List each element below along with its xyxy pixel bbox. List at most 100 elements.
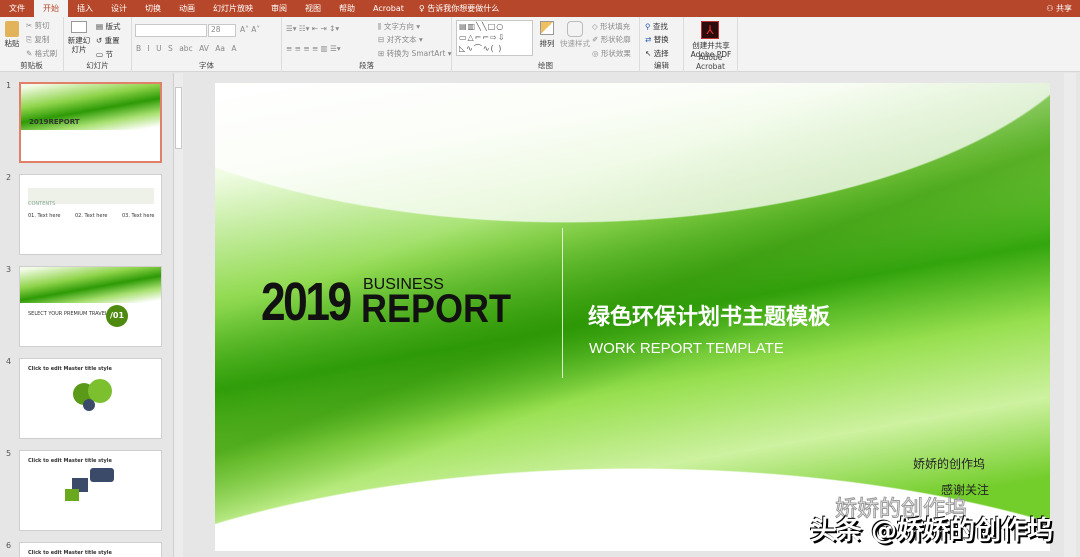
chinese-title[interactable]: 绿色环保计划书主题模板 (588, 299, 830, 331)
shape-effects-button[interactable]: ◎ 形状效果 (592, 48, 631, 59)
shapes-gallery[interactable]: ▤▥╲╲□○ ▭△⌐⌐⇨⇩ ◺∿⌒∿( ) (456, 20, 533, 56)
slide-number: 6 (6, 541, 12, 550)
title-year[interactable]: 2019 (261, 271, 352, 333)
slide-thumbnail-panel: 1 2019REPORT 2 CONTENTS 01. Text here 02… (0, 73, 185, 557)
replace-icon: ⇄ (645, 35, 652, 44)
align-text-button[interactable]: ⊟ 对齐文本 ▾ (378, 34, 423, 45)
group-acrobat: ⅄ 创建并共享 Adobe PDF Adobe Acrobat (684, 17, 738, 72)
quick-styles-button[interactable]: 快速样式 (560, 21, 590, 48)
copy-button[interactable]: ⎘ 复制 (26, 34, 49, 45)
title-report[interactable]: REPORT (361, 287, 511, 332)
shape-outline-button[interactable]: ✐ 形状轮廓 (592, 34, 631, 45)
cut-button[interactable]: ✂ 剪切 (26, 20, 50, 31)
font-name-input[interactable] (135, 24, 207, 37)
slide-thumbnail-2[interactable]: CONTENTS 01. Text here 02. Text here 03.… (19, 174, 162, 255)
group-paragraph: ☰▾ ☷▾ ⇤ ⇥ ↕▾ ≡ ≡ ≡ ≡ ▥ ☰▾ ⫼ 文字方向 ▾ ⊟ 对齐文… (282, 17, 452, 72)
replace-button[interactable]: ⇄ 替换 (645, 34, 669, 45)
spacing-button[interactable]: AV (199, 44, 209, 53)
tab-view[interactable]: 视图 (296, 0, 330, 17)
slide-thumbnail-3[interactable]: SELECT YOUR PREMIUM TRAVEL /01 (19, 266, 162, 347)
group-label: 段落 (359, 61, 374, 70)
slide-thumbnail-1[interactable]: 2019REPORT (19, 82, 162, 163)
grow-font-icon[interactable]: A˄ A˅ (240, 25, 260, 34)
divider-line (562, 228, 563, 378)
select-button[interactable]: ↖ 选择 (645, 48, 669, 59)
lightbulb-icon: ♀ (418, 4, 428, 13)
author-text[interactable]: 娇娇的创作坞 (913, 455, 985, 472)
group-label: 幻灯片 (86, 61, 109, 70)
thumbnail-background (20, 267, 161, 303)
align-buttons[interactable]: ≡ ≡ ≡ ≡ ▥ ☰▾ (286, 44, 341, 53)
tab-design[interactable]: 设计 (102, 0, 136, 17)
strikethrough-button[interactable]: abc (179, 44, 192, 53)
format-painter-button[interactable]: ✎ 格式刷 (26, 48, 57, 59)
ribbon: 粘贴 ✂ 剪切 ⎘ 复制 ✎ 格式刷 剪贴板 新建幻灯片 ▤ 版式 ↺ 重置 ▭… (0, 17, 1080, 72)
group-label: 字体 (199, 61, 214, 70)
reset-button[interactable]: ↺ 重置 (96, 35, 120, 46)
font-color-button[interactable]: A (231, 44, 236, 53)
paste-button[interactable]: 粘贴 (3, 21, 21, 48)
new-slide-icon (71, 21, 87, 33)
circle-graphic (83, 399, 95, 411)
scrollbar-thumb[interactable] (175, 87, 182, 149)
shadow-button[interactable]: S (168, 44, 173, 53)
underline-button[interactable]: U (156, 44, 162, 53)
layout-button[interactable]: ▤ 版式 (96, 21, 120, 32)
new-slide-button[interactable]: 新建幻灯片 (66, 21, 92, 54)
slide-number: 1 (6, 81, 12, 90)
share-button[interactable]: ⚇ 共享 (1046, 0, 1072, 17)
group-label: 剪贴板 (20, 61, 43, 70)
thumbnail-title: Click to edit Master title style (28, 550, 112, 556)
thumbnail-scrollbar[interactable] (173, 73, 183, 557)
tab-help[interactable]: 帮助 (330, 0, 364, 17)
tab-review[interactable]: 审阅 (262, 0, 296, 17)
twitter-block (90, 468, 114, 482)
section-button[interactable]: ▭ 节 (96, 49, 113, 60)
thumbnail-title: SELECT YOUR PREMIUM TRAVEL (28, 311, 108, 317)
italic-button[interactable]: I (148, 44, 150, 53)
tab-acrobat[interactable]: Acrobat (364, 0, 413, 17)
bold-button[interactable]: B (136, 44, 141, 53)
tab-slideshow[interactable]: 幻灯片放映 (204, 0, 262, 17)
thumbnail-title: 2019REPORT (29, 118, 80, 126)
tab-transitions[interactable]: 切换 (136, 0, 170, 17)
smartart-button[interactable]: ⊞ 转换为 SmartArt ▾ (378, 48, 452, 59)
watermark-toutiao: 头条 @娇娇的创作坞 (810, 516, 1054, 546)
font-size-input[interactable]: 28 (208, 24, 236, 37)
group-label: Adobe Acrobat (696, 53, 725, 71)
english-subtitle[interactable]: WORK REPORT TEMPLATE (589, 340, 784, 357)
thumbnail-title: Click to edit Master title style (28, 458, 112, 464)
case-button[interactable]: Aa (215, 44, 225, 53)
tab-file[interactable]: 文件 (0, 0, 34, 17)
tab-animations[interactable]: 动画 (170, 0, 204, 17)
arrange-icon (540, 21, 554, 35)
slide-thumbnail-4[interactable]: Click to edit Master title style (19, 358, 162, 439)
ribbon-tab-bar: 文件 开始 插入 设计 切换 动画 幻灯片放映 审阅 视图 帮助 Acrobat… (0, 0, 1080, 17)
slide-number: 5 (6, 449, 12, 458)
slide-scrollbar[interactable] (1064, 73, 1076, 557)
acrobat-icon: ⅄ (701, 21, 719, 39)
tab-insert[interactable]: 插入 (68, 0, 102, 17)
slide-number: 3 (6, 265, 12, 274)
text-direction-button[interactable]: ⫼ 文字方向 ▾ (378, 21, 420, 32)
slide-thumbnail-5[interactable]: Click to edit Master title style (19, 450, 162, 531)
tab-home[interactable]: 开始 (34, 0, 68, 17)
section-badge: /01 (106, 305, 128, 327)
thumbnail-title: CONTENTS (28, 201, 56, 207)
shape-fill-button[interactable]: ◇ 形状填充 (592, 21, 630, 32)
group-slides: 新建幻灯片 ▤ 版式 ↺ 重置 ▭ 节 幻灯片 (64, 17, 132, 72)
arrange-button[interactable]: 排列 (536, 21, 558, 48)
slide-number: 2 (6, 173, 12, 182)
slide-canvas[interactable]: 2019 BUSINESS REPORT 绿色环保计划书主题模板 WORK RE… (215, 83, 1050, 551)
group-editing: ⚲ 查找 ⇄ 替换 ↖ 选择 编辑 (640, 17, 684, 72)
slide-thumbnail-6[interactable]: Click to edit Master title style (19, 542, 162, 557)
cursor-icon: ↖ (645, 49, 652, 58)
find-button[interactable]: ⚲ 查找 (645, 21, 668, 32)
list-buttons[interactable]: ☰▾ ☷▾ ⇤ ⇥ ↕▾ (286, 24, 339, 33)
person-icon: ⚇ (1046, 4, 1056, 13)
thumbnail-item: 03. Text here (122, 213, 155, 219)
tell-me-search[interactable]: ♀ 告诉我你想要做什么 (419, 3, 499, 14)
thumbnail-title: Click to edit Master title style (28, 366, 112, 372)
font-format-buttons[interactable]: B I U S abc AV Aa A (136, 44, 237, 53)
group-label: 绘图 (538, 61, 553, 70)
